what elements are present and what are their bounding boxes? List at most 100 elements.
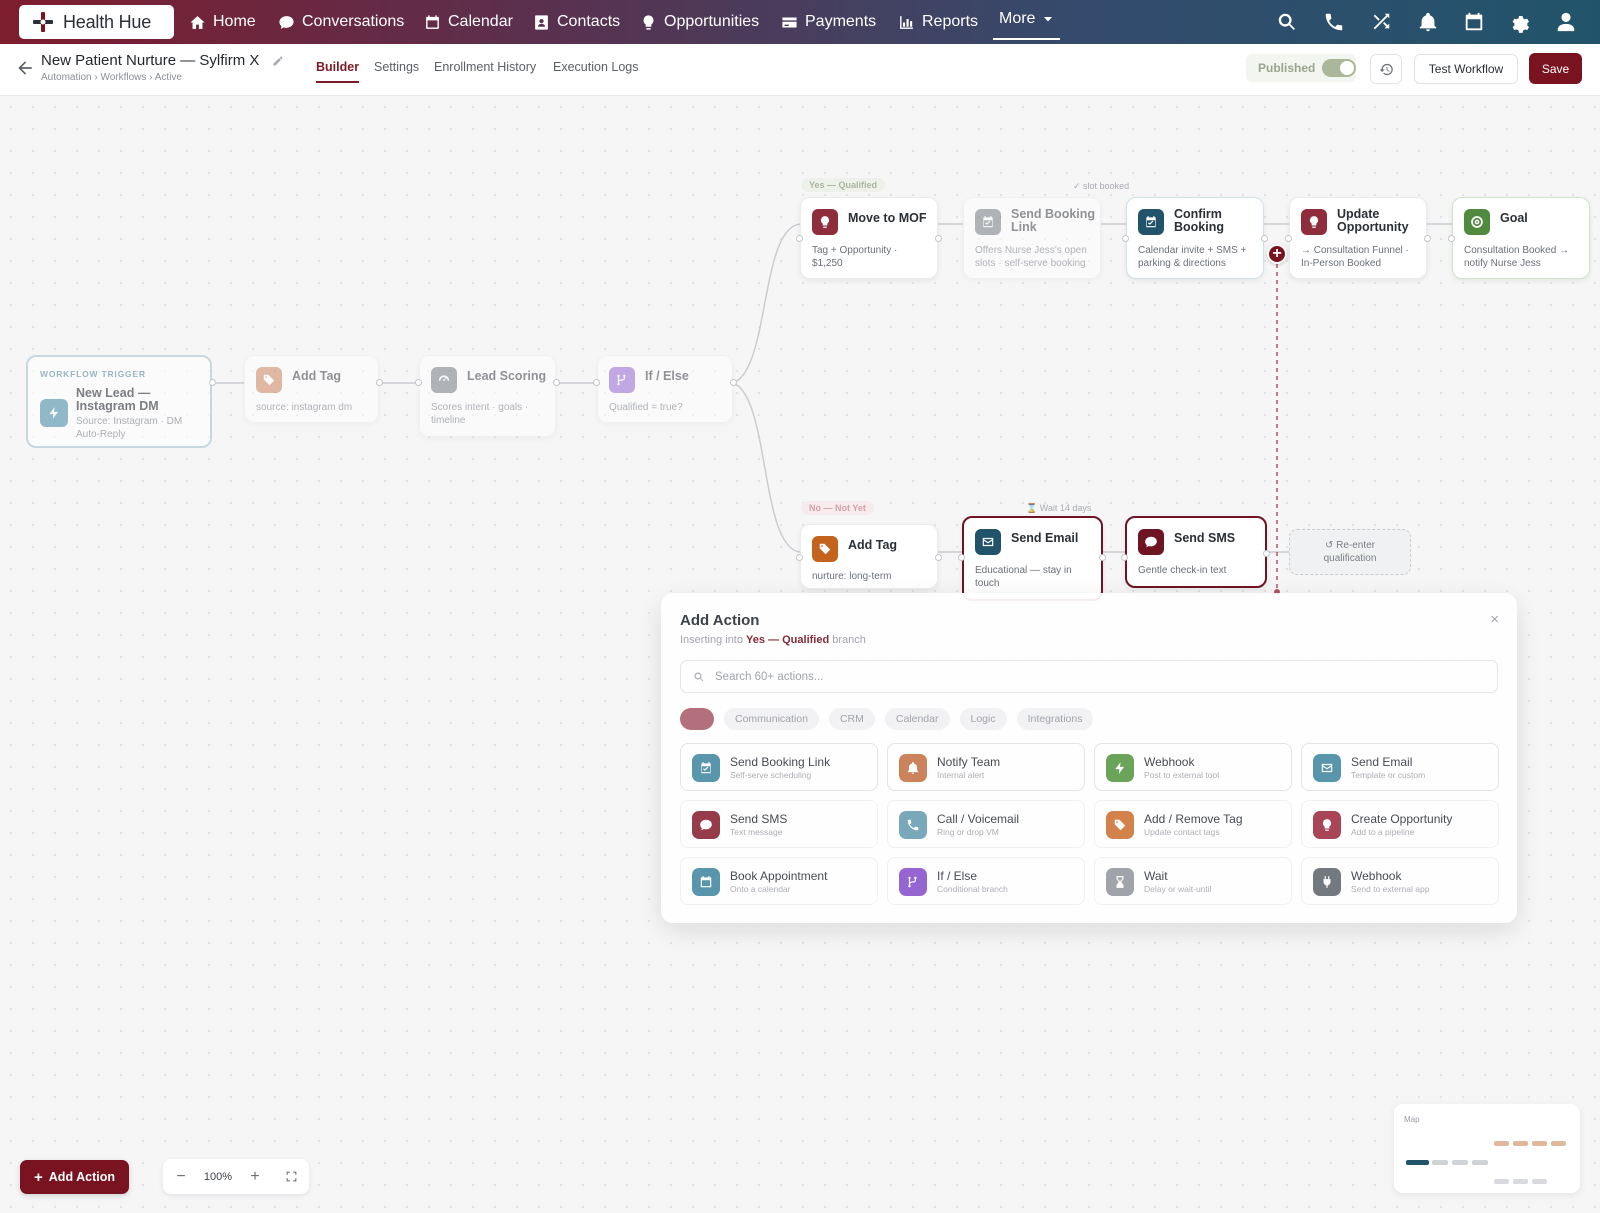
node-add-tag-source[interactable]: Add Tag source: instagram dm: [244, 355, 379, 423]
nav-opportunities[interactable]: Opportunities: [640, 0, 759, 44]
action-card[interactable]: Send Booking Link Self-serve scheduling: [680, 743, 878, 791]
port-dot[interactable]: [415, 379, 422, 386]
action-card[interactable]: Send Email Template or custom: [1301, 743, 1499, 791]
chip-communication[interactable]: Communication: [724, 708, 819, 730]
tab-enrollment-history[interactable]: Enrollment History: [434, 60, 536, 74]
port-dot[interactable]: [593, 379, 600, 386]
lightbulb-icon: [1313, 811, 1341, 839]
nav-opportunities-label: Opportunities: [664, 13, 760, 30]
action-card[interactable]: Book Appointment Onto a calendar: [680, 857, 878, 905]
action-card[interactable]: Wait Delay or wait-until: [1094, 857, 1292, 905]
save-button[interactable]: Save: [1529, 53, 1582, 84]
node-title: Add Tag: [292, 369, 342, 383]
action-search-input[interactable]: Search 60+ actions...: [680, 660, 1498, 693]
reenter-qualification-node[interactable]: ↺ Re-enter qualification: [1289, 529, 1411, 575]
shuffle-button[interactable]: [1370, 11, 1392, 33]
brand-logo[interactable]: Health Hue: [19, 5, 174, 39]
port-dot[interactable]: [796, 554, 803, 561]
plus-icon: +: [34, 1168, 43, 1186]
chip-all[interactable]: [680, 708, 714, 730]
port-dot[interactable]: [376, 379, 383, 386]
chip-logic[interactable]: Logic: [959, 708, 1007, 730]
action-card[interactable]: If / Else Conditional branch: [887, 857, 1085, 905]
version-history-button[interactable]: [1370, 54, 1402, 84]
action-card[interactable]: Call / Voicemail Ring or drop VM: [887, 800, 1085, 848]
calendar-button[interactable]: [1463, 11, 1485, 33]
nav-calendar-label: Calendar: [448, 13, 513, 30]
port-dot[interactable]: [1448, 235, 1455, 242]
back-arrow-icon[interactable]: [15, 58, 35, 78]
node-send-booking-link[interactable]: Send Booking Link Offers Nurse Jess's ope…: [963, 197, 1101, 279]
node-send-sms[interactable]: Send SMS Gentle check-in text: [1125, 516, 1267, 588]
nav-payments[interactable]: Payments: [781, 0, 876, 44]
action-card[interactable]: Webhook Post to external tool: [1094, 743, 1292, 791]
port-dot[interactable]: [730, 379, 737, 386]
edit-pencil-icon[interactable]: [272, 55, 284, 67]
port-dot[interactable]: [1263, 550, 1270, 557]
port-dot[interactable]: [1285, 235, 1292, 242]
minimap-node: [1472, 1160, 1488, 1165]
publish-toggle[interactable]: [1322, 59, 1356, 77]
port-dot[interactable]: [1261, 235, 1268, 242]
node-send-email[interactable]: Send Email Educational — stay in touch: [962, 516, 1103, 601]
workflow-trigger-node[interactable]: WORKFLOW TRIGGER New Lead — Instagram DM …: [26, 355, 212, 448]
port-dot[interactable]: [935, 554, 942, 561]
port-dot[interactable]: [1424, 235, 1431, 242]
node-update-opportunity[interactable]: Update Opportunity → Consultation Funnel …: [1289, 197, 1427, 279]
action-card-title: Webhook: [1351, 869, 1402, 883]
node-title: Move to MOF: [848, 211, 927, 225]
port-dot[interactable]: [935, 235, 942, 242]
port-dot[interactable]: [1121, 554, 1128, 561]
chip-integrations[interactable]: Integrations: [1016, 708, 1094, 730]
bell-icon: [899, 754, 927, 782]
action-card[interactable]: Add / Remove Tag Update contact tags: [1094, 800, 1292, 848]
action-card[interactable]: Webhook Send to external app: [1301, 857, 1499, 905]
node-description: Calendar invite + SMS + parking & directi…: [1138, 245, 1247, 269]
zoom-in-button[interactable]: +: [237, 1168, 273, 1186]
workflow-title[interactable]: New Patient Nurture — Sylfirm X: [41, 52, 259, 69]
node-move-to-mof[interactable]: Move to MOF Tag + Opportunity · $1,250: [800, 197, 938, 279]
tab-settings[interactable]: Settings: [374, 60, 419, 74]
nav-more[interactable]: More: [993, 0, 1061, 40]
nav-contacts[interactable]: Contacts: [533, 0, 620, 44]
phone-icon: [1325, 13, 1343, 31]
phone-button[interactable]: [1323, 11, 1345, 33]
insert-step-button[interactable]: +: [1267, 244, 1287, 264]
port-dot[interactable]: [796, 235, 803, 242]
notifications-button[interactable]: [1417, 11, 1439, 33]
node-lead-scoring[interactable]: Lead Scoring Scores intent · goals · time…: [419, 355, 556, 437]
node-confirm-booking[interactable]: Confirm Booking Calendar invite + SMS + pa…: [1126, 197, 1264, 279]
search-button[interactable]: [1276, 11, 1298, 33]
port-dot[interactable]: [1099, 554, 1106, 561]
nav-reports[interactable]: Reports: [898, 0, 978, 44]
nav-more-label: More: [999, 10, 1036, 27]
port-dot[interactable]: [958, 554, 965, 561]
tab-execution-logs[interactable]: Execution Logs: [553, 60, 638, 74]
action-card[interactable]: Create Opportunity Add to a pipeline: [1301, 800, 1499, 848]
node-add-tag-nurture[interactable]: Add Tag nurture: long-term: [800, 524, 938, 589]
minimap[interactable]: Map: [1394, 1104, 1580, 1193]
port-dot[interactable]: [1122, 235, 1129, 242]
tab-builder[interactable]: Builder: [316, 60, 360, 83]
nav-home[interactable]: Home: [189, 0, 256, 44]
action-card[interactable]: Send SMS Text message: [680, 800, 878, 848]
chip-calendar[interactable]: Calendar: [884, 708, 950, 730]
test-workflow-button[interactable]: Test Workflow: [1414, 54, 1518, 84]
node-if-else[interactable]: If / Else Qualified = true?: [597, 355, 733, 423]
settings-button[interactable]: [1508, 11, 1530, 33]
node-goal[interactable]: Goal Consultation Booked → notify Nurse J…: [1452, 197, 1590, 279]
fit-screen-button[interactable]: [273, 1170, 309, 1183]
nav-conversations[interactable]: Conversations: [278, 0, 404, 44]
envelope-icon: [1313, 754, 1341, 782]
close-icon[interactable]: ×: [1490, 611, 1499, 628]
zoom-out-button[interactable]: −: [163, 1168, 199, 1186]
action-card[interactable]: Notify Team Internal alert: [887, 743, 1085, 791]
nav-calendar[interactable]: Calendar: [424, 0, 513, 44]
chip-crm[interactable]: CRM: [828, 708, 875, 730]
chat-bubble-icon: [692, 811, 720, 839]
add-action-button[interactable]: + Add Action: [20, 1160, 129, 1194]
port-dot[interactable]: [553, 379, 560, 386]
port-dot[interactable]: [209, 379, 216, 386]
user-menu-button[interactable]: [1555, 11, 1577, 33]
nav-conversations-label: Conversations: [302, 13, 405, 30]
